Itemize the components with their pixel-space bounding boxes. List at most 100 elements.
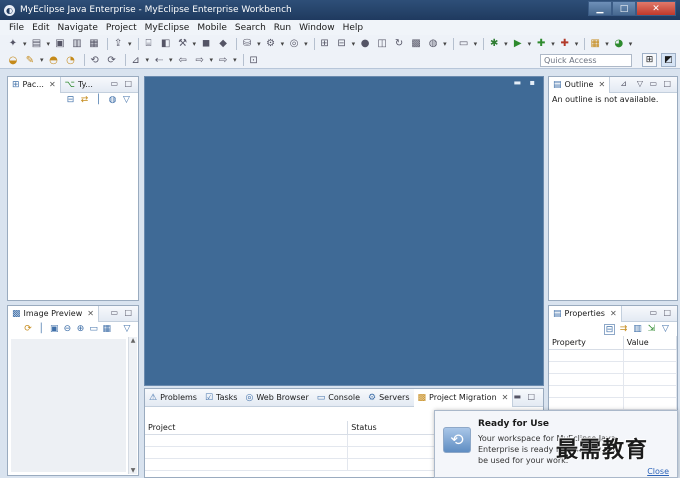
image-editor-icon[interactable]: ◧ xyxy=(159,37,173,50)
external-tools-icon[interactable]: ✚ xyxy=(558,37,572,50)
restore-default-icon[interactable]: ⇲ xyxy=(646,324,657,335)
collapse-all-icon[interactable]: ⊟ xyxy=(65,95,76,106)
fit-window-icon[interactable]: ▦ xyxy=(102,324,112,335)
advanced-icon[interactable]: ▥ xyxy=(632,324,643,335)
column-header-value[interactable]: Value xyxy=(623,336,678,350)
close-tab-icon[interactable]: ✕ xyxy=(87,309,94,318)
browser-dropdown-icon[interactable]: ▾ xyxy=(304,40,308,48)
run-server-dropdown-icon[interactable]: ▾ xyxy=(551,40,555,48)
print-icon[interactable]: ▦ xyxy=(87,37,101,50)
last-edit-icon[interactable]: ⇠ xyxy=(152,54,166,67)
view-menu-icon[interactable]: ▽ xyxy=(122,324,132,335)
tab-servers[interactable]: ⚙ Servers xyxy=(364,389,413,407)
pencil-dropdown-icon[interactable]: ▾ xyxy=(40,56,44,64)
build-icon[interactable]: ⚒ xyxy=(176,37,190,50)
back-icon[interactable]: ⇦ xyxy=(176,54,190,67)
tab-project-migration[interactable]: ▩ Project Migration ✕ xyxy=(413,388,514,407)
maximize-button[interactable]: □ xyxy=(612,1,636,16)
zoom-in-icon[interactable]: ⊕ xyxy=(76,324,86,335)
back-history-icon[interactable]: ⇨ xyxy=(193,54,207,67)
deploy-icon[interactable]: ⇪ xyxy=(111,37,125,50)
column-header-property[interactable]: Property xyxy=(549,336,624,350)
tab-outline[interactable]: ▤ Outline ✕ xyxy=(549,76,611,93)
browser-icon[interactable]: ◎ xyxy=(287,37,301,50)
server-dropdown-icon[interactable]: ▾ xyxy=(47,40,51,48)
maximize-view-icon[interactable]: □ xyxy=(124,308,132,317)
minimize-button[interactable]: ▁ xyxy=(588,1,612,16)
debug-dropdown-icon[interactable]: ▾ xyxy=(504,40,508,48)
open-folder-icon[interactable]: ◫ xyxy=(375,37,389,50)
sync-icon[interactable]: ◍ xyxy=(426,37,440,50)
menu-mobile[interactable]: Mobile xyxy=(193,23,231,33)
monitor-dropdown-icon[interactable]: ▾ xyxy=(474,40,478,48)
actual-size-icon[interactable]: ▭ xyxy=(89,324,99,335)
tab-web-browser[interactable]: ◎ Web Browser xyxy=(241,389,312,407)
tab-image-preview[interactable]: ▩ Image Preview ✕ xyxy=(8,305,99,322)
tab-type-hierarchy[interactable]: ⌥ Ty... xyxy=(61,77,97,93)
new-web-dropdown-icon[interactable]: ▾ xyxy=(352,40,356,48)
menu-help[interactable]: Help xyxy=(339,23,368,33)
minimize-view-icon[interactable]: ▭ xyxy=(649,79,657,88)
minimize-view-icon[interactable]: ▭ xyxy=(110,308,118,317)
zoom-out-icon[interactable]: ⊖ xyxy=(62,324,72,335)
next-annotation-icon[interactable]: ⟳ xyxy=(105,54,119,67)
pin-dropdown-icon[interactable]: ▾ xyxy=(146,56,150,64)
tab-tasks[interactable]: ☑ Tasks xyxy=(201,389,242,407)
fit-image-icon[interactable]: ▣ xyxy=(49,324,59,335)
scroll-down-icon[interactable]: ▼ xyxy=(129,467,137,474)
open-perspective-icon[interactable]: ⊞ xyxy=(642,53,657,67)
pencil-icon[interactable]: ✎ xyxy=(23,54,37,67)
run-server-icon[interactable]: ✚ xyxy=(534,37,548,50)
database-dropdown-icon[interactable]: ▾ xyxy=(257,40,261,48)
package-icon[interactable]: ◼ xyxy=(199,37,213,50)
maximize-view-icon[interactable]: □ xyxy=(527,392,535,401)
last-edit-dropdown-icon[interactable]: ▾ xyxy=(169,56,173,64)
save-icon[interactable]: ▣ xyxy=(53,37,67,50)
maximize-view-icon[interactable]: □ xyxy=(663,308,671,317)
vertical-scrollbar[interactable]: ▲ ▼ xyxy=(128,337,137,474)
grid-dropdown-icon[interactable]: ▾ xyxy=(605,40,609,48)
column-header-project[interactable]: Project xyxy=(145,421,349,435)
close-tab-icon[interactable]: ✕ xyxy=(598,80,605,89)
prev-annotation-icon[interactable]: ⟲ xyxy=(88,54,102,67)
menu-file[interactable]: File xyxy=(5,23,28,33)
back-dropdown-icon[interactable]: ▾ xyxy=(210,56,214,64)
run-dropdown-icon[interactable]: ▾ xyxy=(528,40,532,48)
scroll-up-icon[interactable]: ▲ xyxy=(129,337,137,344)
search-file-icon[interactable]: ◔ xyxy=(64,54,78,67)
new-icon[interactable]: ✦ xyxy=(6,37,20,50)
external-tools-dropdown-icon[interactable]: ▾ xyxy=(575,40,579,48)
forward-icon[interactable]: ⇨ xyxy=(216,54,230,67)
notification-close-link[interactable]: Close xyxy=(647,467,669,476)
maximize-view-icon[interactable]: □ xyxy=(663,79,671,88)
class-icon[interactable]: ◆ xyxy=(216,37,230,50)
deploy-dropdown-icon[interactable]: ▾ xyxy=(128,40,132,48)
menu-window[interactable]: Window xyxy=(295,23,339,33)
save-all-icon[interactable]: ▥ xyxy=(70,37,84,50)
categories-icon[interactable]: ⊟ xyxy=(604,323,615,335)
cloud-icon[interactable]: ◕ xyxy=(612,37,626,50)
new-server-icon[interactable]: ▤ xyxy=(30,37,44,50)
new-project-icon[interactable]: ⊞ xyxy=(318,37,332,50)
minimize-view-icon[interactable]: ▭ xyxy=(649,308,657,317)
menu-myeclipse[interactable]: MyEclipse xyxy=(141,23,194,33)
image-icon[interactable]: ▩ xyxy=(409,37,423,50)
link-editor-icon[interactable]: ⇄ xyxy=(79,95,90,106)
open-type-icon[interactable]: ⌸ xyxy=(142,37,156,50)
tab-console[interactable]: ▭ Console xyxy=(313,389,364,407)
tab-properties[interactable]: ▤ Properties ✕ xyxy=(549,305,622,322)
new-web-icon[interactable]: ⊟ xyxy=(335,37,349,50)
cloud-dropdown-icon[interactable]: ▾ xyxy=(629,40,633,48)
close-tab-icon[interactable]: ✕ xyxy=(502,393,509,402)
minimize-view-icon[interactable]: ▬ xyxy=(513,392,521,401)
menu-navigate[interactable]: Navigate xyxy=(54,23,102,33)
outline-menu-icon[interactable]: ⊿ xyxy=(620,79,627,88)
close-button[interactable]: ✕ xyxy=(636,1,676,16)
view-menu-icon[interactable]: ▽ xyxy=(637,79,643,88)
menu-edit[interactable]: Edit xyxy=(28,23,53,33)
quick-access-input[interactable]: Quick Access xyxy=(540,54,632,67)
view-menu-icon[interactable]: ▽ xyxy=(121,95,132,106)
menu-search[interactable]: Search xyxy=(231,23,270,33)
forward-dropdown-icon[interactable]: ▾ xyxy=(233,56,237,64)
open-resource-icon[interactable]: ◒ xyxy=(6,54,20,67)
